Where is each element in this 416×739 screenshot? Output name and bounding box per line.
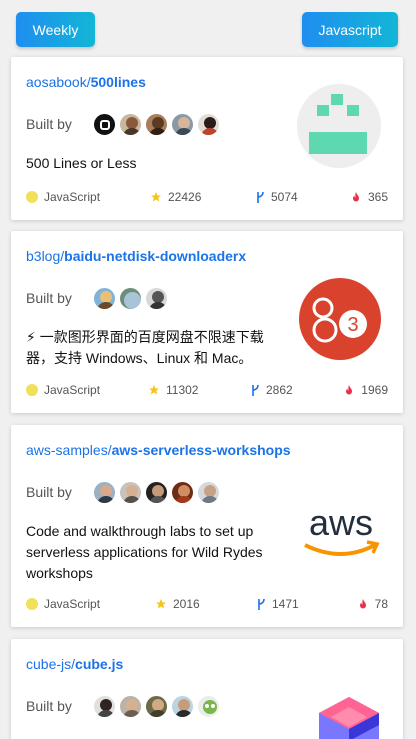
repo-card[interactable]: b3log/baidu-netdisk-downloaderx Built by… (11, 231, 403, 413)
repo-meta: JavaScript 2016 1471 78 (26, 597, 388, 613)
avatar[interactable] (92, 480, 117, 505)
cube-logo (317, 695, 381, 739)
built-by-label: Built by (26, 484, 72, 500)
avatar[interactable] (144, 480, 169, 505)
fork-icon (257, 191, 264, 203)
repo-owner[interactable]: cube-js/ (26, 656, 75, 672)
stars-info: 11302 (148, 383, 198, 397)
avatar[interactable] (196, 112, 221, 137)
avatar[interactable] (144, 112, 169, 137)
avatar[interactable] (196, 480, 221, 505)
repo-title-link[interactable]: aws-samples/aws-serverless-workshops (26, 442, 291, 458)
stars-info: 2016 (155, 597, 200, 611)
forks-info: 5074 (256, 190, 298, 204)
flame-icon (352, 192, 359, 202)
repo-title-link[interactable]: b3log/baidu-netdisk-downloaderx (26, 248, 246, 264)
period-filter-button[interactable]: Weekly (16, 12, 95, 47)
language-color-dot (26, 191, 38, 203)
forks-info: 2862 (251, 383, 293, 397)
repo-card[interactable]: cube-js/cube.js Built by (11, 639, 403, 739)
hot-info: 1969 (343, 383, 388, 397)
forks-info: 1471 (257, 597, 299, 611)
stars-count: 2016 (173, 597, 200, 611)
repo-owner[interactable]: aws-samples/ (26, 442, 112, 458)
repo-meta: JavaScript 22426 5074 365 (26, 190, 388, 206)
repo-meta: JavaScript 11302 2862 1969 (26, 383, 388, 399)
contributor-avatars (92, 480, 222, 505)
language-info: JavaScript (26, 383, 100, 397)
built-by-label: Built by (26, 290, 72, 306)
repo-name[interactable]: aws-serverless-workshops (112, 442, 291, 458)
fork-icon (258, 598, 265, 610)
avatar[interactable] (92, 286, 117, 311)
top-bar: Weekly Javascript (0, 0, 416, 56)
repo-title-link[interactable]: cube-js/cube.js (26, 656, 123, 672)
avatar[interactable] (118, 694, 143, 719)
contributor-avatars (92, 112, 222, 137)
hot-info: 365 (350, 190, 388, 204)
repo-title-link[interactable]: aosabook/500lines (26, 74, 146, 90)
language-label: JavaScript (44, 597, 101, 611)
language-filter-button[interactable]: Javascript (302, 12, 398, 47)
stars-count: 11302 (166, 383, 199, 397)
hot-count: 365 (367, 190, 388, 204)
repo-description: Code and walkthrough labs to set up serv… (26, 523, 263, 581)
hot-info: 78 (357, 597, 388, 611)
avatar[interactable] (144, 694, 169, 719)
repo-card[interactable]: aws-samples/aws-serverless-workshops Bui… (11, 425, 403, 627)
avatar[interactable] (196, 694, 221, 719)
hot-count: 1969 (361, 383, 388, 397)
repo-owner[interactable]: b3log/ (26, 248, 64, 264)
avatar[interactable] (92, 112, 117, 137)
star-icon (151, 192, 161, 202)
forks-count: 5074 (271, 190, 298, 204)
contributor-avatars (92, 694, 222, 719)
repo-description: ⚡ 一款图形界面的百度网盘不限速下载器，支持 Windows、Linux 和 M… (26, 329, 264, 366)
stars-count: 22426 (168, 190, 202, 204)
fork-icon (252, 384, 259, 396)
language-label: JavaScript (44, 383, 101, 397)
aws-logo: aws (301, 502, 381, 561)
avatar[interactable] (170, 694, 195, 719)
star-icon (156, 599, 166, 609)
repo-name[interactable]: cube.js (75, 656, 123, 672)
avatar[interactable] (118, 112, 143, 137)
language-label: JavaScript (44, 190, 101, 204)
aws-logo-text: aws (309, 505, 373, 543)
repo-name[interactable]: baidu-netdisk-downloaderx (64, 248, 246, 264)
avatar[interactable] (144, 286, 169, 311)
forks-count: 1471 (272, 597, 299, 611)
b3-red-circle-logo: 3 (299, 278, 381, 360)
built-by-label: Built by (26, 698, 72, 714)
repo-name[interactable]: 500lines (91, 74, 146, 90)
language-info: JavaScript (26, 190, 100, 204)
language-color-dot (26, 598, 38, 610)
forks-count: 2862 (266, 383, 293, 397)
avatar[interactable] (170, 112, 195, 137)
svg-text:3: 3 (347, 314, 358, 336)
stars-info: 22426 (150, 190, 201, 204)
repo-description: 500 Lines or Less (26, 155, 137, 171)
language-color-dot (26, 384, 38, 396)
language-info: JavaScript (26, 597, 100, 611)
avatar[interactable] (118, 286, 143, 311)
avatar[interactable] (118, 480, 143, 505)
flame-icon (359, 599, 366, 609)
flame-icon (346, 385, 353, 395)
built-by-label: Built by (26, 116, 72, 132)
contributor-avatars (92, 286, 170, 311)
repo-card[interactable]: aosabook/500lines Built by 500 Lines or … (11, 57, 403, 220)
avatar[interactable] (92, 694, 117, 719)
repo-owner[interactable]: aosabook/ (26, 74, 91, 90)
avatar[interactable] (170, 480, 195, 505)
hot-count: 78 (374, 597, 388, 611)
green-pixel-face-logo (297, 84, 381, 168)
star-icon (149, 385, 159, 395)
